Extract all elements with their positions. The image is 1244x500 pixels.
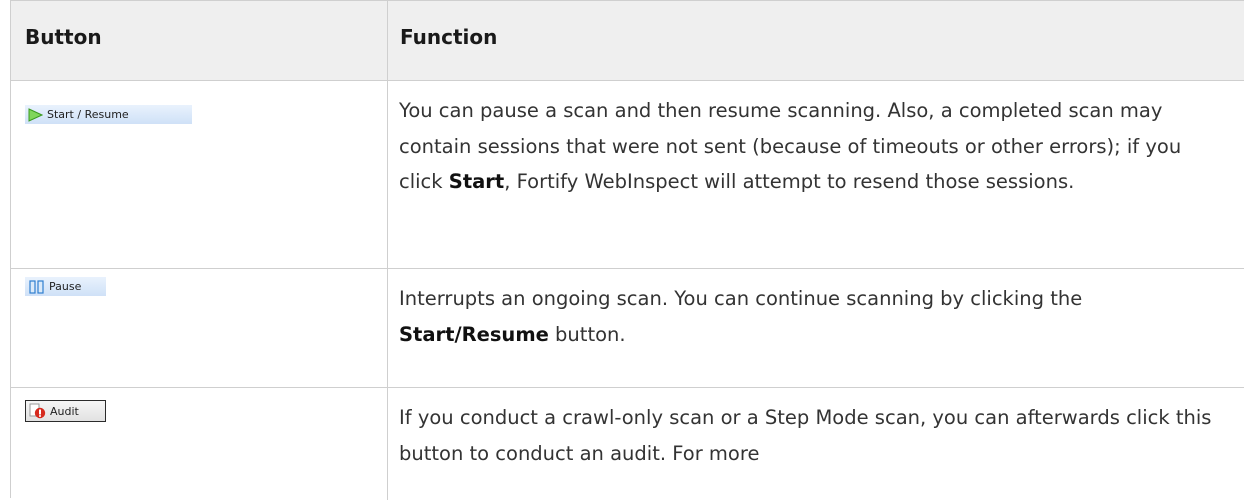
description-text: Interrupts an ongoing scan. You can cont… xyxy=(399,287,1083,310)
audit-button[interactable]: Audit xyxy=(25,400,106,422)
start-resume-label: Start / Resume xyxy=(47,108,129,121)
header-function: Function xyxy=(400,25,498,49)
audit-icon xyxy=(29,403,46,419)
pause-label: Pause xyxy=(49,280,82,293)
play-arrow-icon xyxy=(28,107,43,122)
description-bold: Start/Resume xyxy=(399,322,549,346)
pause-icon xyxy=(29,279,45,294)
table-row: Interrupts an ongoing scan. You can cont… xyxy=(11,269,1244,388)
function-description: If you conduct a crawl-only scan or a St… xyxy=(399,400,1229,471)
column-divider xyxy=(387,1,388,80)
function-description: Interrupts an ongoing scan. You can cont… xyxy=(399,281,1229,352)
description-text: If you conduct a crawl-only scan or a St… xyxy=(399,406,1212,465)
column-divider xyxy=(387,388,388,500)
button-function-table: Button Function You can pause a scan and… xyxy=(10,0,1244,500)
column-divider xyxy=(387,269,388,387)
function-description: You can pause a scan and then resume sca… xyxy=(399,93,1229,200)
header-button: Button xyxy=(25,25,102,49)
description-bold: Start xyxy=(448,170,505,193)
table-row: If you conduct a crawl-only scan or a St… xyxy=(11,388,1244,500)
table-row: You can pause a scan and then resume sca… xyxy=(11,81,1244,269)
pause-button[interactable]: Pause xyxy=(25,277,106,296)
audit-label: Audit xyxy=(50,404,79,418)
start-resume-button[interactable]: Start / Resume xyxy=(25,105,192,124)
column-divider xyxy=(387,81,388,268)
table-header-row: Button Function xyxy=(11,0,1244,81)
description-text: , Fortify WebInspect will attempt to res… xyxy=(504,170,1075,193)
description-text: button. xyxy=(548,322,626,346)
